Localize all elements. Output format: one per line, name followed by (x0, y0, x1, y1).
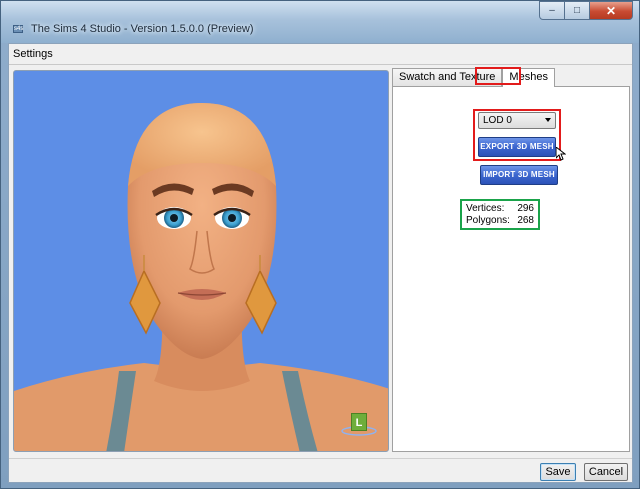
minimize-button[interactable]: – (539, 1, 565, 20)
tab-meshes[interactable]: Meshes (502, 68, 555, 87)
app-icon-text: s4s (14, 26, 24, 32)
sim-head-render (14, 103, 388, 451)
lod-badge: L (351, 413, 367, 431)
vertices-row: Vertices: 296 (466, 203, 534, 215)
cancel-button[interactable]: Cancel (584, 463, 628, 481)
close-icon: ✕ (605, 3, 617, 18)
maximize-icon: □ (573, 5, 581, 16)
dialog-client-area: Settings L Swatch and Texture Meshes LOD… (8, 43, 633, 483)
import-3d-mesh-button[interactable]: IMPORT 3D MESH (480, 165, 558, 185)
lod-dropdown[interactable]: LOD 0 (478, 112, 556, 129)
footer-divider (9, 458, 632, 459)
3d-preview-viewport[interactable]: L (13, 70, 389, 452)
app-icon: s4s (13, 25, 23, 33)
polygons-value: 268 (517, 215, 534, 226)
minimize-icon: – (549, 5, 555, 16)
tab-strip: Swatch and Texture Meshes (392, 68, 555, 87)
window-title: The Sims 4 Studio - Version 1.5.0.0 (Pre… (31, 23, 254, 35)
right-panel: Swatch and Texture Meshes LOD 0 EXPORT 3… (392, 67, 630, 452)
meshes-tab-panel: LOD 0 EXPORT 3D MESH IMPORT 3D MESH Vert… (392, 86, 630, 452)
mouse-pointer-icon (556, 147, 566, 161)
chevron-down-icon (545, 118, 551, 122)
settings-menu[interactable]: Settings (13, 48, 53, 60)
polygons-row: Polygons: 268 (466, 215, 534, 227)
save-button[interactable]: Save (540, 463, 576, 481)
menu-divider (9, 64, 632, 65)
left-pupil (170, 214, 178, 222)
mesh-stats-box: Vertices: 296 Polygons: 268 (460, 199, 540, 230)
lod-dropdown-value: LOD 0 (483, 115, 512, 126)
vertices-value: 296 (517, 203, 534, 214)
right-pupil (228, 214, 236, 222)
export-3d-mesh-button[interactable]: EXPORT 3D MESH (478, 137, 556, 157)
polygons-label: Polygons: (466, 215, 510, 226)
close-button[interactable]: ✕ (590, 1, 633, 20)
app-window: s4s The Sims 4 Studio - Version 1.5.0.0 … (0, 0, 640, 489)
title-bar[interactable]: s4s The Sims 4 Studio - Version 1.5.0.0 … (1, 1, 639, 43)
vertices-label: Vertices: (466, 203, 505, 214)
caption-buttons: – □ ✕ (539, 1, 633, 20)
tab-swatch-and-texture[interactable]: Swatch and Texture (392, 68, 503, 86)
maximize-button[interactable]: □ (565, 1, 590, 20)
